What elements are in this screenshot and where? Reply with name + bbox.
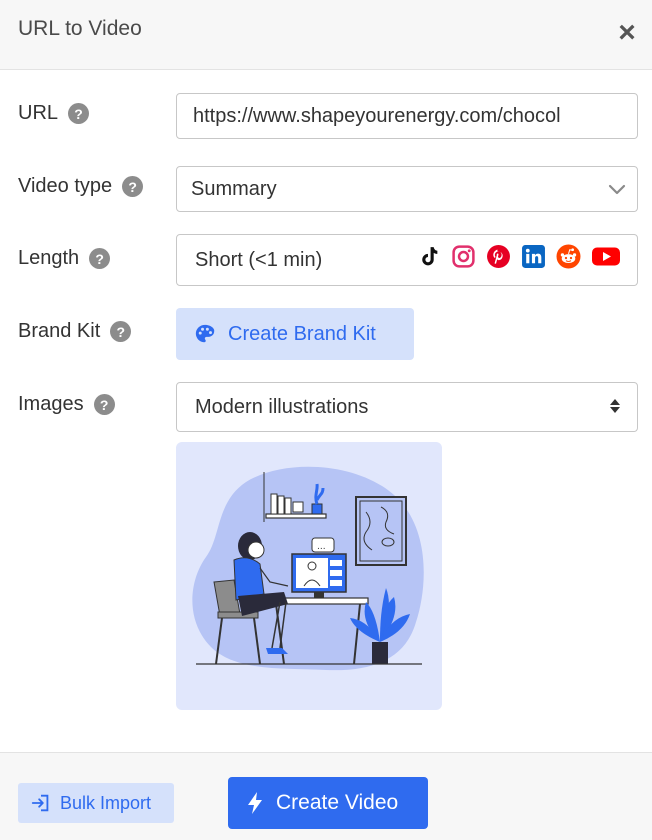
video-type-help-icon[interactable]: ? (122, 176, 144, 197)
create-video-button[interactable]: Create Video (228, 777, 428, 829)
tiktok-icon (422, 247, 438, 266)
create-video-label: Create Video (276, 791, 399, 814)
url-label: URL (18, 102, 59, 124)
images-label-group: Images ? (18, 393, 115, 416)
palette-icon (195, 324, 215, 343)
youtube-icon (592, 247, 620, 266)
video-type-label-group: Video type ? (18, 175, 144, 198)
lightning-icon (248, 792, 262, 814)
brand-kit-help-icon[interactable]: ? (110, 321, 132, 342)
url-label-group: URL ? (18, 102, 90, 125)
images-help-icon[interactable]: ? (93, 394, 115, 415)
images-style-value: Modern illustrations (195, 395, 369, 418)
platform-icons (416, 244, 621, 269)
length-select[interactable]: Short (<1 min) (176, 234, 638, 286)
pinterest-icon (487, 245, 510, 268)
bulk-import-button[interactable]: Bulk Import (18, 783, 174, 823)
sort-arrows-icon (610, 399, 620, 413)
instagram-icon (452, 245, 475, 268)
illustration-preview[interactable]: ... (176, 442, 442, 710)
reddit-icon (556, 244, 581, 269)
dialog-title: URL to Video (18, 17, 142, 40)
dialog-header: URL to Video × (0, 0, 652, 70)
linkedin-icon (522, 245, 545, 268)
video-type-value: Summary (191, 177, 277, 200)
create-brand-kit-button[interactable]: Create Brand Kit (176, 308, 414, 360)
video-type-label: Video type (18, 175, 113, 197)
length-help-icon[interactable]: ? (89, 248, 111, 269)
length-placeholder: Short (<1 min) (195, 248, 323, 271)
create-brand-kit-label: Create Brand Kit (228, 322, 376, 345)
video-type-select[interactable]: Summary (176, 166, 638, 212)
url-input[interactable]: https://www.shapeyourenergy.com/chocol (176, 93, 638, 139)
url-value: https://www.shapeyourenergy.com/chocol (193, 104, 561, 127)
import-icon (31, 794, 49, 812)
length-label: Length (18, 247, 80, 269)
images-label: Images (18, 393, 84, 415)
chevron-down-icon (608, 184, 626, 195)
close-icon[interactable]: × (612, 18, 642, 48)
svg-text:...: ... (317, 542, 326, 552)
brand-kit-label: Brand Kit (18, 320, 101, 342)
length-label-group: Length ? (18, 247, 111, 270)
woman-at-desk-illustration: ... (192, 466, 424, 671)
url-help-icon[interactable]: ? (68, 103, 90, 124)
brand-kit-label-group: Brand Kit ? (18, 320, 132, 343)
dialog-footer: Bulk Import Create Video (0, 752, 652, 840)
bulk-import-label: Bulk Import (60, 792, 152, 813)
images-style-select[interactable]: Modern illustrations (176, 382, 638, 432)
